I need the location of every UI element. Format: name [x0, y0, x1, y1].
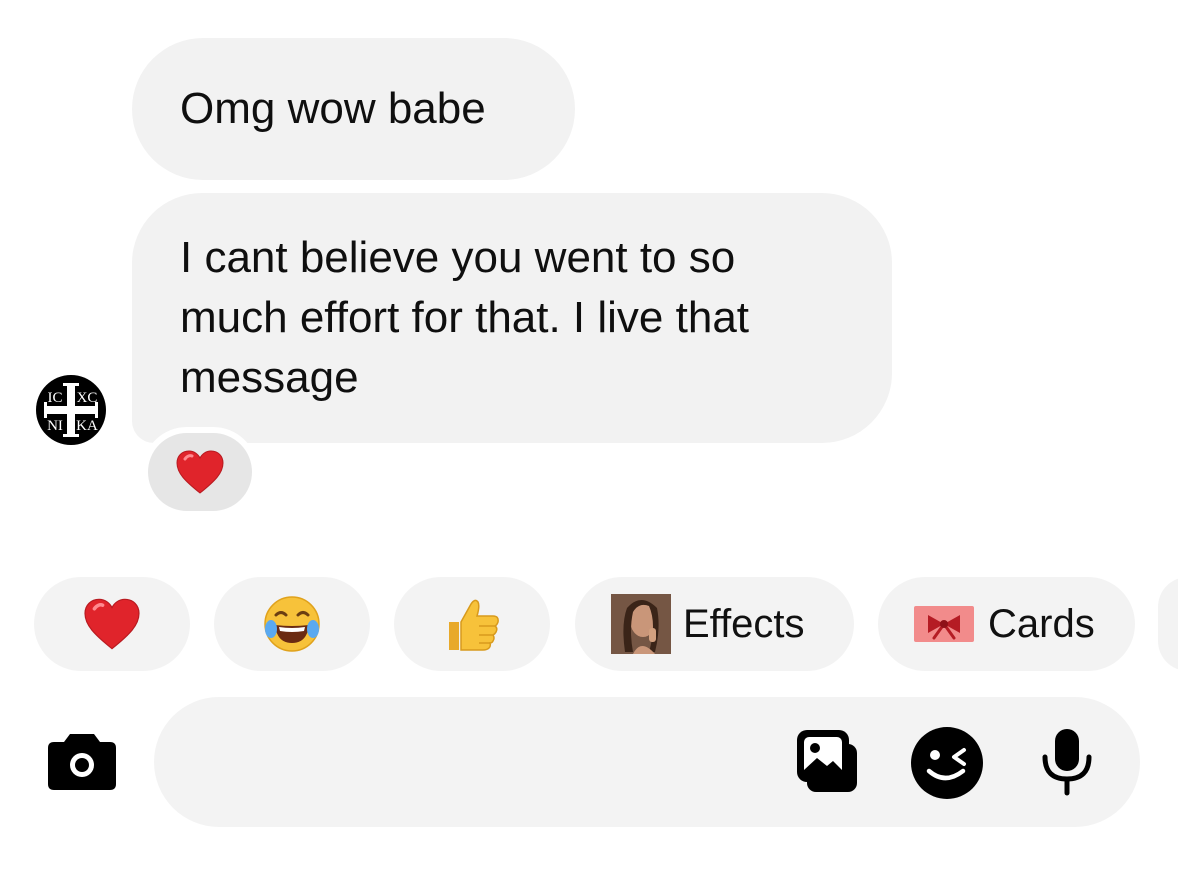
- message-bubble-1[interactable]: Omg wow babe: [132, 38, 575, 180]
- quick-reaction-row: Effects Cards: [0, 577, 1178, 671]
- avatar-text-bl: NI: [47, 418, 63, 434]
- effects-label: Effects: [683, 601, 805, 646]
- message-input[interactable]: [154, 697, 1140, 827]
- more-actions-chip[interactable]: [1158, 577, 1178, 671]
- red-heart-icon: [84, 598, 140, 650]
- sticker-button[interactable]: [909, 725, 985, 806]
- microphone-button[interactable]: [1040, 727, 1094, 802]
- avatar-text-br: KA: [76, 418, 98, 434]
- cards-label: Cards: [988, 601, 1095, 646]
- effects-button[interactable]: Effects: [575, 577, 854, 671]
- message-text-1: Omg wow babe: [180, 84, 486, 133]
- effects-thumbnail-icon: [611, 594, 671, 654]
- microphone-icon: [1042, 729, 1092, 796]
- message-text-2: I cant believe you went to so much effor…: [180, 233, 750, 402]
- quick-reaction-thumbs-up[interactable]: [394, 577, 550, 671]
- cards-button[interactable]: Cards: [878, 577, 1135, 671]
- icxc-nika-cross-icon: IC XC NI KA: [36, 375, 106, 445]
- camera-button[interactable]: [46, 730, 118, 792]
- laughing-tears-icon: [264, 596, 320, 652]
- quick-reaction-heart[interactable]: [34, 577, 190, 671]
- thumbs-up-icon: [449, 599, 499, 651]
- avatar-text-tr: XC: [77, 390, 98, 406]
- gallery-icon: [797, 730, 857, 792]
- avatar-text-tl: IC: [48, 390, 63, 406]
- message-bubble-2[interactable]: I cant believe you went to so much effor…: [132, 193, 892, 443]
- sender-avatar[interactable]: IC XC NI KA: [36, 375, 106, 445]
- camera-icon: [48, 734, 116, 790]
- gallery-button[interactable]: [795, 726, 861, 801]
- gift-card-icon: [914, 606, 974, 642]
- red-heart-icon: [176, 450, 224, 494]
- sticker-icon: [911, 727, 983, 799]
- message-reaction[interactable]: [142, 427, 258, 517]
- quick-reaction-laugh[interactable]: [214, 577, 370, 671]
